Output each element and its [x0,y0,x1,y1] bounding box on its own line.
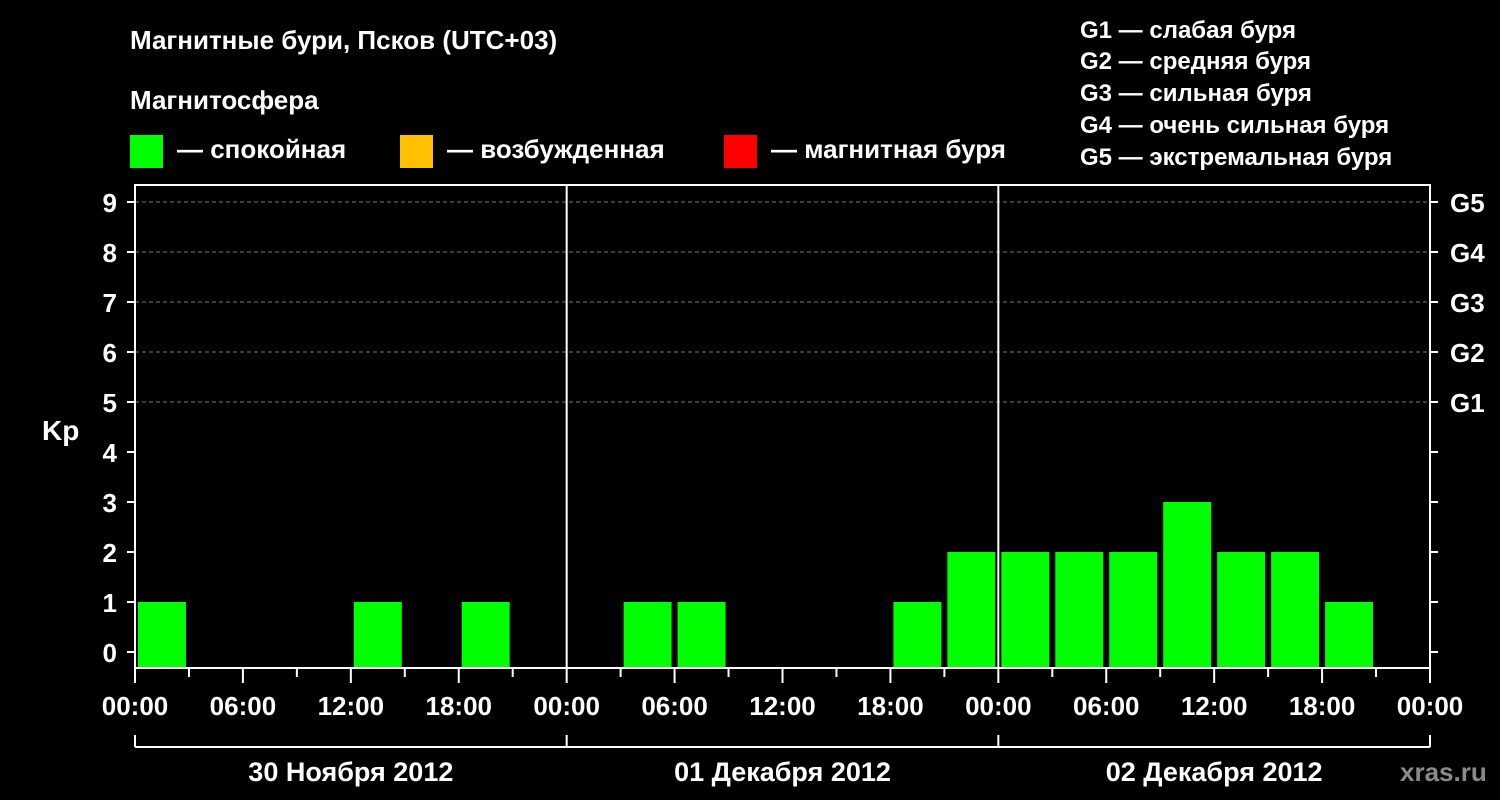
y-tick-label-9: 9 [103,188,117,218]
bar-19 [1163,502,1212,668]
right-axis-label-g2: G2 [1450,338,1485,368]
y-tick-label-0: 0 [103,638,117,668]
y-tick-label-4: 4 [103,438,118,468]
legend-label-excited: — возбужденная [447,134,665,164]
bar-6 [461,602,510,668]
g-legend-g1: G1 — слабая буря [1080,17,1296,44]
x-tick-label-9: 06:00 [1073,691,1140,721]
legend-swatch-excited [400,135,433,168]
x-tick-label-0: 00:00 [102,691,169,721]
bar-21 [1271,552,1320,668]
legend-label-calm: — спокойная [177,134,346,164]
legend-label-storm: — магнитная буря [771,134,1006,164]
x-tick-label-5: 06:00 [641,691,708,721]
g-legend-g4: G4 — очень сильная буря [1080,112,1389,139]
x-tick-label-8: 00:00 [965,691,1032,721]
y-tick-label-6: 6 [103,338,117,368]
legend-swatch-calm [130,135,163,168]
y-tick-label-3: 3 [103,488,117,518]
y-tick-label-8: 8 [103,238,117,268]
y-tick-label-5: 5 [103,388,117,418]
bar-18 [1109,552,1158,668]
kp-chart: Магнитные бури, Псков (UTC+03) Магнитосф… [42,17,1487,787]
g-legend-g5: G5 — экстремальная буря [1080,144,1392,171]
x-tick-label-7: 18:00 [857,691,924,721]
chart-title: Магнитные бури, Псков (UTC+03) [130,25,557,55]
day-label-1: 01 Декабря 2012 [674,757,891,787]
watermark: xras.ru [1400,757,1487,787]
x-tick-label-4: 00:00 [533,691,600,721]
x-tick-label-10: 12:00 [1181,691,1248,721]
x-tick-label-11: 18:00 [1289,691,1356,721]
day-label-2: 02 Декабря 2012 [1106,757,1323,787]
bar-22 [1325,602,1374,668]
bar-0 [138,602,186,668]
bar-20 [1217,552,1266,668]
g-legend-g2: G2 — средняя буря [1080,48,1311,75]
y-axis-label: Kp [42,415,79,446]
bar-16 [1001,552,1050,668]
g-legend-g3: G3 — сильная буря [1080,80,1312,107]
y-tick-label-1: 1 [103,588,117,618]
bar-9 [623,602,672,668]
x-tick-label-2: 12:00 [318,691,385,721]
legend-title: Магнитосфера [130,85,319,115]
right-axis-label-g1: G1 [1450,388,1485,418]
x-tick-label-1: 06:00 [210,691,277,721]
x-tick-label-6: 12:00 [749,691,816,721]
bar-15 [947,552,996,668]
bar-14 [893,602,942,668]
bar-4 [353,602,402,668]
right-axis-label-g4: G4 [1450,238,1485,268]
day-label-0: 30 Ноября 2012 [248,757,453,787]
legend-swatch-storm [724,135,757,168]
y-tick-label-2: 2 [103,538,117,568]
bar-10 [677,602,726,668]
right-axis-label-g3: G3 [1450,288,1485,318]
plot-area: 0 1 2 3 4 5 6 7 8 9 G1 G2 G3 G4 G5 00:00 06:00 12:00 18:00… [102,184,1485,787]
right-axis-label-g5: G5 [1450,188,1485,218]
x-tick-label-3: 18:00 [426,691,493,721]
x-tick-label-12: 00:00 [1397,691,1464,721]
y-tick-label-7: 7 [103,288,117,318]
bar-17 [1055,552,1104,668]
